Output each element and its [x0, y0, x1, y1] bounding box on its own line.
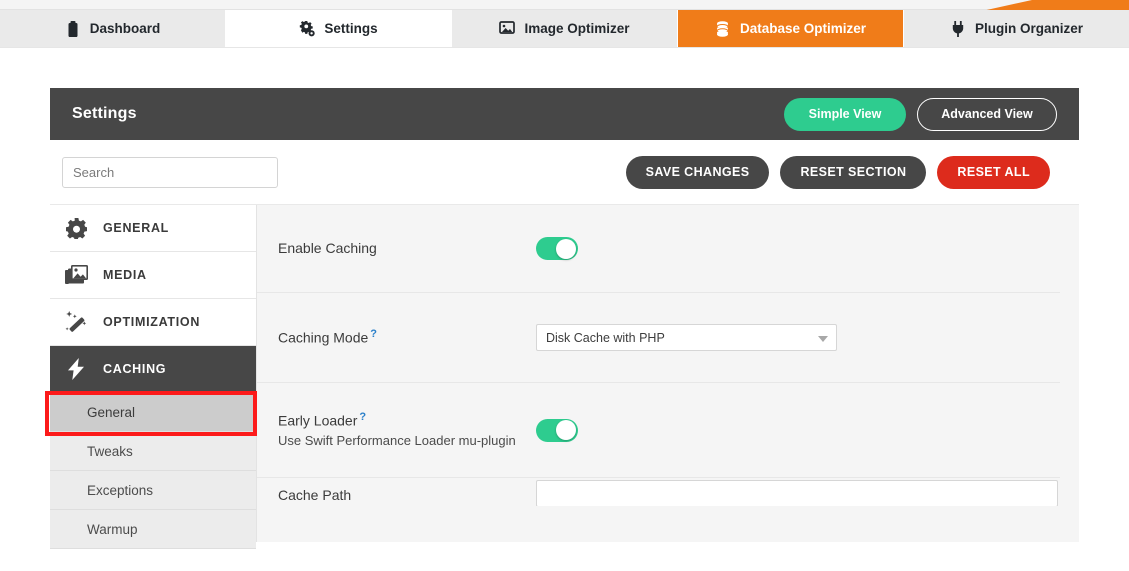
gears-icon: [299, 20, 316, 37]
view-mode-buttons: Simple View Advanced View: [784, 97, 1057, 131]
advanced-view-button[interactable]: Advanced View: [917, 97, 1057, 131]
settings-toolbar: SAVE CHANGES RESET SECTION RESET ALL: [50, 140, 1079, 205]
tab-settings[interactable]: Settings: [226, 10, 452, 47]
tab-label: Image Optimizer: [524, 21, 630, 36]
setting-row-enable-caching: Enable Caching: [257, 205, 1060, 293]
reset-all-button[interactable]: RESET ALL: [937, 155, 1050, 189]
enable-caching-toggle[interactable]: [536, 237, 578, 260]
tab-label: Database Optimizer: [739, 21, 867, 36]
search-input[interactable]: [62, 156, 278, 188]
sidebar-item-media[interactable]: MEDIA: [50, 252, 256, 299]
tab-label: Dashboard: [89, 21, 161, 36]
main-tabbar: Dashboard Settings Image Optimizer Datab…: [0, 10, 1129, 47]
lightning-bolt-icon: [64, 357, 89, 382]
early-loader-label: Early Loader?: [278, 410, 524, 431]
panel-body: GENERAL MEDIA OPTIMIZATION CACHING Gener…: [45, 205, 1079, 549]
sidebar-subitem-exceptions[interactable]: Exceptions: [50, 471, 256, 510]
early-loader-sublabel: Use Swift Performance Loader mu-plugin: [278, 433, 516, 449]
caching-mode-label-text: Caching Mode: [278, 329, 369, 346]
page-title: Settings: [72, 105, 137, 122]
reset-section-button[interactable]: RESET SECTION: [780, 155, 927, 189]
tab-database-optimizer[interactable]: Database Optimizer: [678, 10, 904, 47]
settings-sidebar: GENERAL MEDIA OPTIMIZATION CACHING Gener…: [45, 205, 257, 549]
row-field-col: Disk Cache with PHP: [536, 324, 1060, 351]
sidebar-item-optimization[interactable]: OPTIMIZATION: [50, 299, 256, 346]
cache-path-label: Cache Path: [278, 487, 352, 503]
gear-icon: [64, 216, 89, 241]
row-field-col: [536, 237, 1060, 260]
enable-caching-label: Enable Caching: [278, 240, 377, 257]
caching-mode-select[interactable]: Disk Cache with PHP: [536, 324, 837, 351]
early-loader-toggle[interactable]: [536, 418, 578, 442]
early-loader-label-text: Early Loader: [278, 412, 358, 429]
settings-content: Enable Caching Caching Mode? Disk Cache …: [257, 205, 1079, 542]
settings-panel: Settings Simple View Advanced View SAVE …: [45, 88, 1079, 571]
toolbar-action-buttons: SAVE CHANGES RESET SECTION RESET ALL: [625, 155, 1050, 189]
setting-row-early-loader: Early Loader? Use Swift Performance Load…: [257, 383, 1060, 478]
sidebar-subitem-label: Tweaks: [87, 443, 133, 459]
row-label-col: Early Loader? Use Swift Performance Load…: [278, 410, 536, 450]
setting-row-caching-mode: Caching Mode? Disk Cache with PHP: [257, 293, 1060, 383]
simple-view-button[interactable]: Simple View: [784, 97, 906, 131]
row-label-col: Enable Caching: [278, 239, 536, 258]
sidebar-item-label: GENERAL: [103, 221, 170, 235]
sidebar-subitem-tweaks[interactable]: Tweaks: [50, 432, 256, 471]
tab-label: Settings: [324, 21, 378, 36]
sidebar-item-label: OPTIMIZATION: [103, 315, 201, 329]
plug-icon: [950, 20, 966, 37]
help-icon[interactable]: ?: [370, 328, 377, 340]
plugin-settings-screen: Dashboard Settings Image Optimizer Datab…: [0, 0, 1129, 571]
panel-header: Settings Simple View Advanced View: [50, 88, 1079, 140]
tab-plugin-organizer[interactable]: Plugin Organizer: [904, 10, 1129, 47]
toggle-knob: [556, 420, 576, 440]
sidebar-item-label: CACHING: [103, 362, 167, 376]
setting-row-cache-path: Cache Path: [257, 478, 1060, 506]
sidebar-item-general[interactable]: GENERAL: [50, 205, 256, 252]
tab-image-optimizer[interactable]: Image Optimizer: [452, 10, 678, 47]
row-label-col: Caching Mode?: [278, 327, 536, 348]
sidebar-subitem-warmup[interactable]: Warmup: [50, 510, 256, 549]
sidebar-subitem-label: General: [87, 404, 136, 420]
image-stack-icon: [64, 263, 89, 288]
sidebar-subitem-label: Exceptions: [87, 482, 154, 498]
clipboard-icon: [65, 20, 81, 37]
tab-label: Plugin Organizer: [974, 21, 1083, 36]
toggle-knob: [556, 238, 576, 259]
tabbar-underline: [0, 47, 1129, 48]
database-icon: [715, 20, 731, 37]
row-field-col: [536, 478, 1060, 506]
row-label-col: Cache Path: [278, 478, 536, 503]
magic-wand-icon: [64, 310, 89, 335]
caching-mode-select-wrap: Disk Cache with PHP: [536, 324, 837, 351]
row-field-col: [536, 418, 1060, 442]
tab-dashboard[interactable]: Dashboard: [0, 10, 226, 47]
help-icon[interactable]: ?: [359, 411, 366, 423]
sidebar-item-caching[interactable]: CACHING: [50, 346, 256, 393]
sidebar-item-label: MEDIA: [103, 268, 147, 282]
sidebar-subitem-general[interactable]: General: [50, 393, 256, 432]
top-strip: [0, 0, 1129, 10]
caching-mode-label: Caching Mode?: [278, 327, 524, 348]
cache-path-input[interactable]: [536, 480, 1058, 506]
save-changes-button[interactable]: SAVE CHANGES: [625, 155, 770, 189]
sidebar-subitem-label: Warmup: [87, 521, 138, 537]
image-icon: [499, 21, 516, 37]
